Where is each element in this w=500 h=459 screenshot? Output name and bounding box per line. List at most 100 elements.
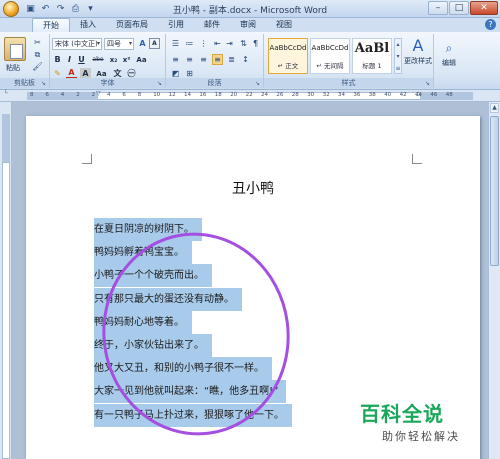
style-no-spacing[interactable]: AaBbCcDd ↵ 无间隔 — [310, 38, 350, 74]
margin-corner-mark — [412, 154, 422, 164]
style-preview: AaBl — [354, 41, 390, 56]
line-text: 大家一见到他就叫起来：“瞧，他多丑啊!” — [94, 380, 287, 404]
styles-group: AaBbCcDd ↵ 正文 AaBbCcDd ↵ 无间隔 AaBl 标题 1 ▴… — [264, 34, 434, 88]
copy-icon[interactable]: ⧉ — [32, 49, 43, 60]
title-bar: ▣ ↶ ↷ ⎙ ▾ 丑小鸭 - 副本.docx - Microsoft Word… — [0, 0, 500, 18]
maximize-button[interactable]: □ — [449, 1, 469, 15]
sort-icon[interactable]: ⇅ — [238, 38, 249, 49]
paste-button[interactable] — [4, 37, 26, 61]
align-left-icon[interactable]: ≡ — [170, 54, 181, 65]
scroll-up-icon[interactable]: ▲ — [490, 103, 499, 113]
change-styles-label: 更改样式 — [404, 57, 432, 65]
show-marks-icon[interactable]: ¶ — [250, 38, 261, 49]
clipboard-launcher-icon[interactable]: ↘ — [41, 80, 48, 87]
font-name-value: 宋体 (中文正) — [55, 40, 98, 48]
ruler-number: 24 — [261, 92, 268, 98]
change-styles-icon: A — [412, 36, 424, 55]
tab-mailings[interactable]: 邮件 — [194, 18, 230, 32]
subscript-button[interactable]: x₂ — [108, 54, 119, 65]
bold-button[interactable]: B — [52, 54, 63, 65]
window-title: 丑小鸭 - 副本.docx - Microsoft Word — [172, 6, 328, 16]
ruler-number: 2 — [91, 92, 96, 98]
ruler-number: 36 — [353, 92, 361, 98]
tab-page-layout[interactable]: 页面布局 — [106, 18, 158, 32]
increase-indent-icon[interactable]: ⇥ — [224, 38, 235, 49]
bullets-icon[interactable]: ☰ — [170, 38, 181, 49]
tab-home[interactable]: 开始 — [32, 18, 70, 32]
font-size-value: 四号 — [107, 40, 121, 48]
vertical-ruler[interactable] — [0, 102, 12, 459]
tab-selector-icon[interactable]: └ — [4, 90, 8, 97]
format-painter-icon[interactable]: 🖌 — [32, 61, 43, 72]
styles-launcher-icon[interactable]: ↘ — [425, 80, 432, 87]
line-text: 终于，小家伙钻出来了。 — [94, 333, 212, 357]
horizontal-ruler[interactable]: └ ▽ △ 8 6 4 2 2 4 6 8 10 12 14 16 18 20 22 24 26 28 30 32 34… — [0, 90, 500, 102]
font-name-select[interactable]: 宋体 (中文正) ▾ — [52, 38, 102, 50]
ruler-number: 34 — [338, 92, 345, 98]
ruler-number: 6 — [45, 92, 49, 98]
ruler-number: 8 — [137, 92, 142, 98]
italic-button[interactable]: I — [64, 54, 75, 65]
paragraph-launcher-icon[interactable]: ↘ — [255, 80, 262, 87]
underline-button[interactable]: U — [76, 54, 87, 65]
numbering-icon[interactable]: ≔ — [184, 38, 195, 49]
clear-format-icon[interactable]: A — [149, 38, 160, 49]
ribbon-tabs: 开始 插入 页面布局 引用 邮件 审阅 视图 ? — [0, 18, 500, 32]
line-text: 小鸭子一个个破壳而出。 — [94, 264, 212, 288]
ruler-number: 8 — [30, 92, 34, 98]
ruler-number: 18 — [214, 92, 222, 98]
watermark-title: 百科全说 — [360, 402, 444, 426]
change-styles-button[interactable]: A 更改样式 — [402, 36, 434, 66]
help-icon[interactable]: ? — [485, 19, 496, 30]
tab-insert[interactable]: 插入 — [70, 18, 106, 32]
tab-references[interactable]: 引用 — [158, 18, 194, 32]
ruler-number: 38 — [368, 92, 376, 98]
style-normal[interactable]: AaBbCcDd ↵ 正文 — [268, 38, 308, 74]
decrease-indent-icon[interactable]: ⇤ — [212, 38, 223, 49]
chevron-down-icon: ▾ — [96, 40, 100, 47]
minimize-button[interactable]: – — [428, 1, 448, 15]
justify-icon[interactable]: ≡ — [212, 54, 223, 65]
line-text: 鸭妈妈耐心地等着。 — [94, 310, 192, 334]
document-line: 鸭妈妈耐心地等着。 — [94, 310, 292, 334]
ruler-number: 48 — [445, 92, 453, 98]
font-size-select[interactable]: 四号 ▾ — [104, 38, 134, 50]
scroll-thumb[interactable] — [490, 116, 499, 266]
strikethrough-button[interactable]: abe — [90, 54, 106, 65]
close-button[interactable]: ✕ — [470, 1, 498, 15]
align-center-icon[interactable]: ≡ — [184, 54, 195, 65]
clipboard-group: 粘贴 ✂ ⧉ 🖌 剪贴板 ↘ — [0, 34, 50, 88]
vruler-track — [2, 162, 10, 459]
ruler-number: 40 — [384, 92, 392, 98]
align-right-icon[interactable]: ≡ — [198, 54, 209, 65]
font-launcher-icon[interactable]: ↘ — [157, 80, 164, 87]
vertical-scrollbar[interactable]: ▲ — [488, 102, 500, 459]
line-text: 有一只鸭子马上扑过来，狠狠啄了他一下。 — [94, 403, 292, 427]
line-text: 只有那只最大的蛋还没有动静。 — [94, 287, 242, 311]
tab-review[interactable]: 审阅 — [230, 18, 266, 32]
cut-icon[interactable]: ✂ — [32, 37, 43, 48]
change-case-button[interactable]: Aa — [136, 54, 147, 65]
indent-marker-icon[interactable]: ▽ — [96, 90, 101, 97]
style-heading-1[interactable]: AaBl 标题 1 — [352, 38, 392, 74]
margin-corner-mark — [82, 154, 92, 164]
editing-button[interactable]: ⌕ 编辑 — [436, 38, 462, 68]
tab-view[interactable]: 视图 — [266, 18, 302, 32]
grow-font-icon[interactable]: A — [137, 38, 148, 49]
font-group-label: 字体 — [50, 78, 165, 88]
distributed-icon[interactable]: ≣ — [226, 54, 237, 65]
paragraph-group: ☰ ≔ ⋮ ⇤ ⇥ ⇅ ¶ ≡ ≡ ≡ ≡ ≣ ↕ ◩ ⊞ 段落 ↘ — [166, 34, 264, 88]
ruler-number: 44 — [415, 92, 422, 98]
ruler-number: 16 — [199, 92, 207, 98]
styles-gallery-scroll[interactable]: ▴ ▾ ≡ — [394, 38, 402, 74]
font-group: 宋体 (中文正) ▾ 四号 ▾ A A B I U abe x₂ x² Aa ✎ A… — [50, 34, 166, 88]
document-line: 小鸭子一个个破壳而出。 — [94, 264, 292, 288]
superscript-button[interactable]: x² — [121, 54, 132, 65]
document-body[interactable]: 在夏日阴凉的树阴下。 鸭妈妈孵着鸭宝宝。 小鸭子一个个破壳而出。 只有那只最大的… — [94, 218, 292, 427]
style-preview: AaBbCcDd — [311, 44, 349, 52]
document-line: 大家一见到他就叫起来：“瞧，他多丑啊!” — [94, 380, 292, 404]
document-line: 他又大又丑，和别的小鸭子很不一样。 — [94, 357, 292, 381]
line-spacing-icon[interactable]: ↕ — [240, 54, 251, 65]
multilevel-list-icon[interactable]: ⋮ — [198, 38, 209, 49]
chevron-down-icon: ▾ — [128, 40, 132, 47]
